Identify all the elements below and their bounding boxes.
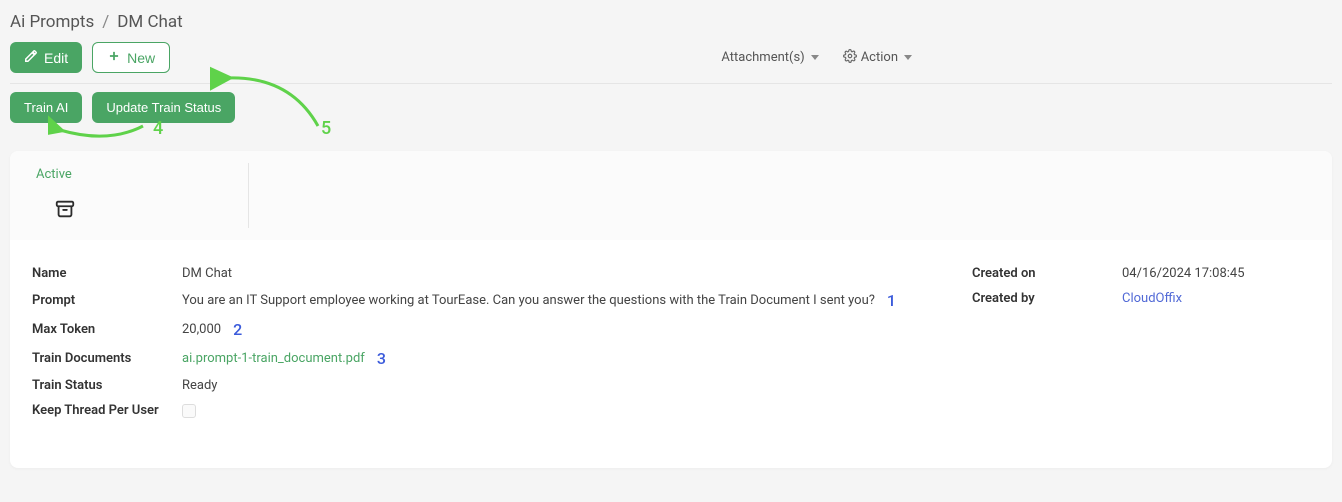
prompt-value: You are an IT Support employee working a… [182,293,875,308]
max-token-label: Max Token [32,322,182,337]
action-label: Action [861,50,898,65]
attachments-label: Attachment(s) [721,50,804,65]
annotation-5: 5 [321,118,331,139]
train-documents-value[interactable]: ai.prompt-1-train_document.pdf [182,351,365,366]
workflow-buttons: Train AI Update Train Status [0,84,1342,131]
pencil-icon [24,49,38,66]
gear-icon [843,49,857,67]
divider [248,163,249,228]
breadcrumb: Ai Prompts / DM Chat [10,12,1332,32]
new-button[interactable]: New [92,42,170,73]
name-value: DM Chat [182,266,232,281]
keep-thread-checkbox[interactable] [182,404,196,418]
created-by-value[interactable]: CloudOffix [1122,291,1182,306]
chevron-down-icon [811,55,819,60]
plus-icon [107,49,121,66]
name-label: Name [32,266,182,281]
chevron-down-icon [904,55,912,60]
update-train-status-button[interactable]: Update Train Status [92,92,235,123]
record-card: Active Name DM Chat Prompt You are an IT… [10,151,1332,468]
statusbar: Active [10,151,1332,240]
created-on-value: 04/16/2024 17:08:45 [1122,266,1245,281]
new-label: New [127,50,155,66]
annotation-4: 4 [153,118,163,139]
attachments-dropdown[interactable]: Attachment(s) [721,50,818,65]
annotation-2: 2 [233,320,242,339]
toolbar: Edit New Attachment(s) [10,42,1332,84]
train-ai-button[interactable]: Train AI [10,92,82,123]
status-active[interactable]: Active [36,167,76,182]
archive-icon [54,198,76,224]
prompt-label: Prompt [32,293,182,308]
edit-label: Edit [44,50,68,66]
keep-thread-label: Keep Thread Per User [32,403,182,418]
breadcrumb-parent[interactable]: Ai Prompts [10,12,94,32]
action-dropdown[interactable]: Action [843,49,912,67]
train-status-value: Ready [182,378,217,393]
breadcrumb-current: DM Chat [117,12,182,32]
train-documents-label: Train Documents [32,351,182,366]
max-token-value: 20,000 [182,322,221,337]
breadcrumb-separator: / [102,12,109,32]
edit-button[interactable]: Edit [10,42,82,73]
created-by-label: Created by [972,291,1122,306]
created-on-label: Created on [972,266,1122,281]
annotation-1: 1 [887,291,896,310]
details-section: Name DM Chat Prompt You are an IT Suppor… [10,240,1332,468]
annotation-3: 3 [377,349,386,368]
train-status-label: Train Status [32,378,182,393]
